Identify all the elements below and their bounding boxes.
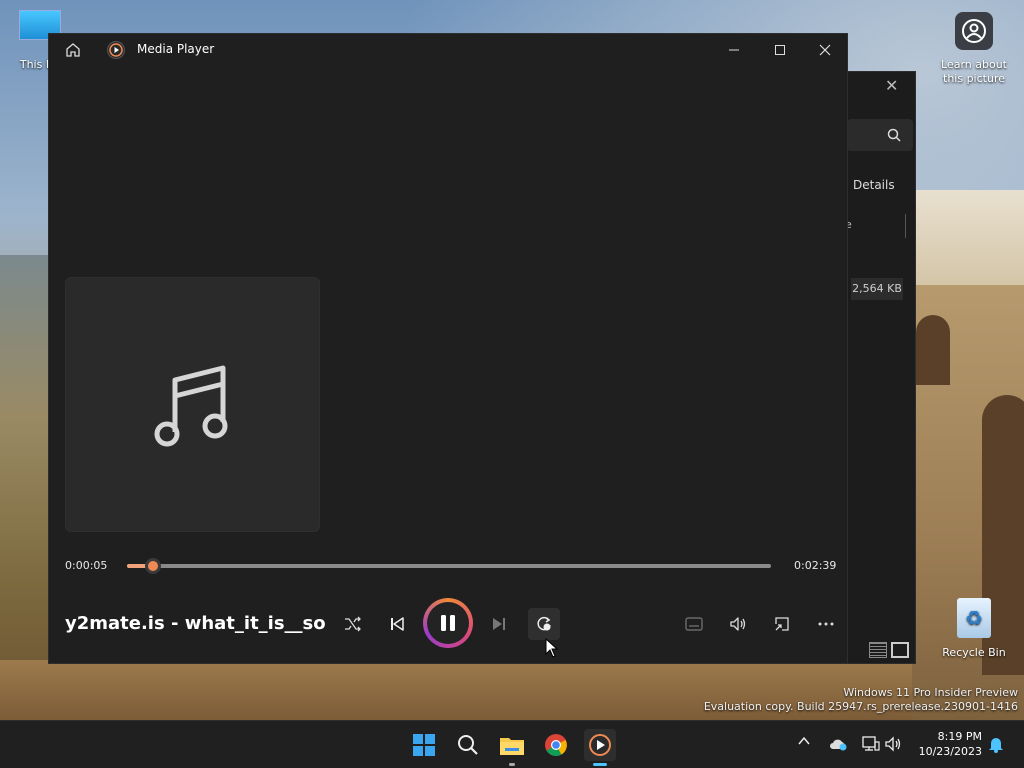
seek-thumb[interactable] [144, 558, 161, 574]
captions-icon [685, 617, 703, 631]
close-icon[interactable]: ✕ [885, 76, 898, 95]
desktop-icon-label: Learn about this picture [941, 58, 1007, 85]
total-duration: 0:02:39 [794, 559, 837, 572]
file-size-cell: 2,564 KB [851, 278, 903, 300]
chrome-icon [545, 734, 567, 756]
background-explorer-window[interactable]: ✕ Details e 2,564 KB [836, 71, 916, 664]
minimize-button[interactable] [719, 34, 749, 66]
shuffle-button[interactable] [337, 608, 369, 640]
search-box[interactable] [847, 119, 913, 151]
folder-icon [500, 738, 524, 755]
clock-time: 8:19 PM [937, 730, 982, 743]
next-icon [493, 618, 505, 630]
maximize-button[interactable] [765, 34, 795, 66]
desktop-icon-recycle-bin[interactable]: ♻ Recycle Bin [934, 598, 1014, 660]
title-bar[interactable]: Media Player [49, 34, 847, 66]
elapsed-time: 0:00:05 [65, 559, 108, 572]
wallpaper-hills [0, 255, 50, 720]
home-icon [66, 43, 80, 57]
bell-icon [989, 738, 1003, 753]
music-note-icon [154, 365, 227, 446]
windows-watermark: Windows 11 Pro Insider Preview Evaluatio… [703, 686, 1018, 713]
mini-view-icon [775, 617, 789, 631]
windows-logo-icon [413, 734, 435, 756]
track-title[interactable]: y2mate.is - what_it_is__sol... [65, 613, 325, 634]
search-icon [887, 128, 901, 142]
taskbar: 8:19 PM 10/23/2023 [0, 720, 1024, 768]
desktop-icon-label: Recycle Bin [942, 646, 1006, 659]
media-player-logo-icon [107, 41, 125, 59]
details-tab[interactable]: Details [853, 178, 895, 192]
chrome-button[interactable] [540, 729, 572, 761]
minimize-icon [729, 49, 739, 51]
start-button[interactable] [408, 729, 440, 761]
search-icon [458, 735, 478, 755]
clock-date: 10/23/2023 [918, 745, 982, 758]
volume-tray-button[interactable] [884, 736, 902, 755]
previous-button[interactable] [381, 608, 413, 640]
network-button[interactable] [862, 736, 880, 755]
mini-view-button[interactable] [766, 608, 798, 640]
desktop-icon-learn-about-picture[interactable]: Learn about this picture [934, 12, 1014, 86]
speaker-icon [885, 736, 901, 752]
previous-icon [391, 617, 404, 631]
next-button[interactable] [483, 608, 515, 640]
details-view-icon[interactable] [869, 642, 887, 658]
seek-bar[interactable] [127, 558, 771, 574]
network-icon [862, 736, 880, 751]
file-explorer-button[interactable] [496, 729, 528, 766]
chevron-up-icon [798, 736, 810, 745]
repeat-one-icon [537, 616, 551, 631]
camera-icon [955, 12, 993, 50]
search-button[interactable] [452, 729, 484, 761]
miniplayer-button[interactable] [678, 608, 710, 640]
media-player-icon [589, 734, 611, 756]
shuffle-icon [345, 616, 361, 632]
recycle-bin-icon: ♻ [957, 598, 991, 638]
cloud-icon [830, 739, 847, 751]
volume-button[interactable] [722, 608, 754, 640]
media-player-window[interactable]: Media Player 0:00:05 0:02:39 y2mate.is -… [48, 33, 848, 664]
clock[interactable]: 8:19 PM 10/23/2023 [912, 729, 982, 759]
close-button[interactable] [809, 34, 841, 66]
play-pause-button[interactable] [423, 598, 473, 648]
maximize-icon [775, 45, 785, 55]
more-options-button[interactable] [810, 608, 842, 640]
running-indicator [509, 763, 515, 766]
notifications-button[interactable] [988, 735, 1004, 756]
mouse-cursor-icon [545, 638, 559, 658]
show-hidden-icons-button[interactable] [798, 735, 810, 749]
pause-icon [441, 615, 455, 631]
onedrive-button[interactable] [828, 737, 848, 754]
home-button[interactable] [57, 34, 89, 66]
app-title: Media Player [137, 42, 215, 56]
wallpaper-town [912, 190, 1024, 290]
active-indicator [593, 763, 607, 766]
column-divider [905, 214, 906, 238]
tiles-view-icon[interactable] [891, 642, 909, 658]
media-player-taskbar-button[interactable] [584, 729, 616, 766]
volume-icon [730, 617, 746, 631]
repeat-button[interactable] [528, 608, 560, 640]
close-icon [819, 44, 831, 56]
album-art [65, 277, 320, 532]
more-icon [818, 622, 834, 626]
